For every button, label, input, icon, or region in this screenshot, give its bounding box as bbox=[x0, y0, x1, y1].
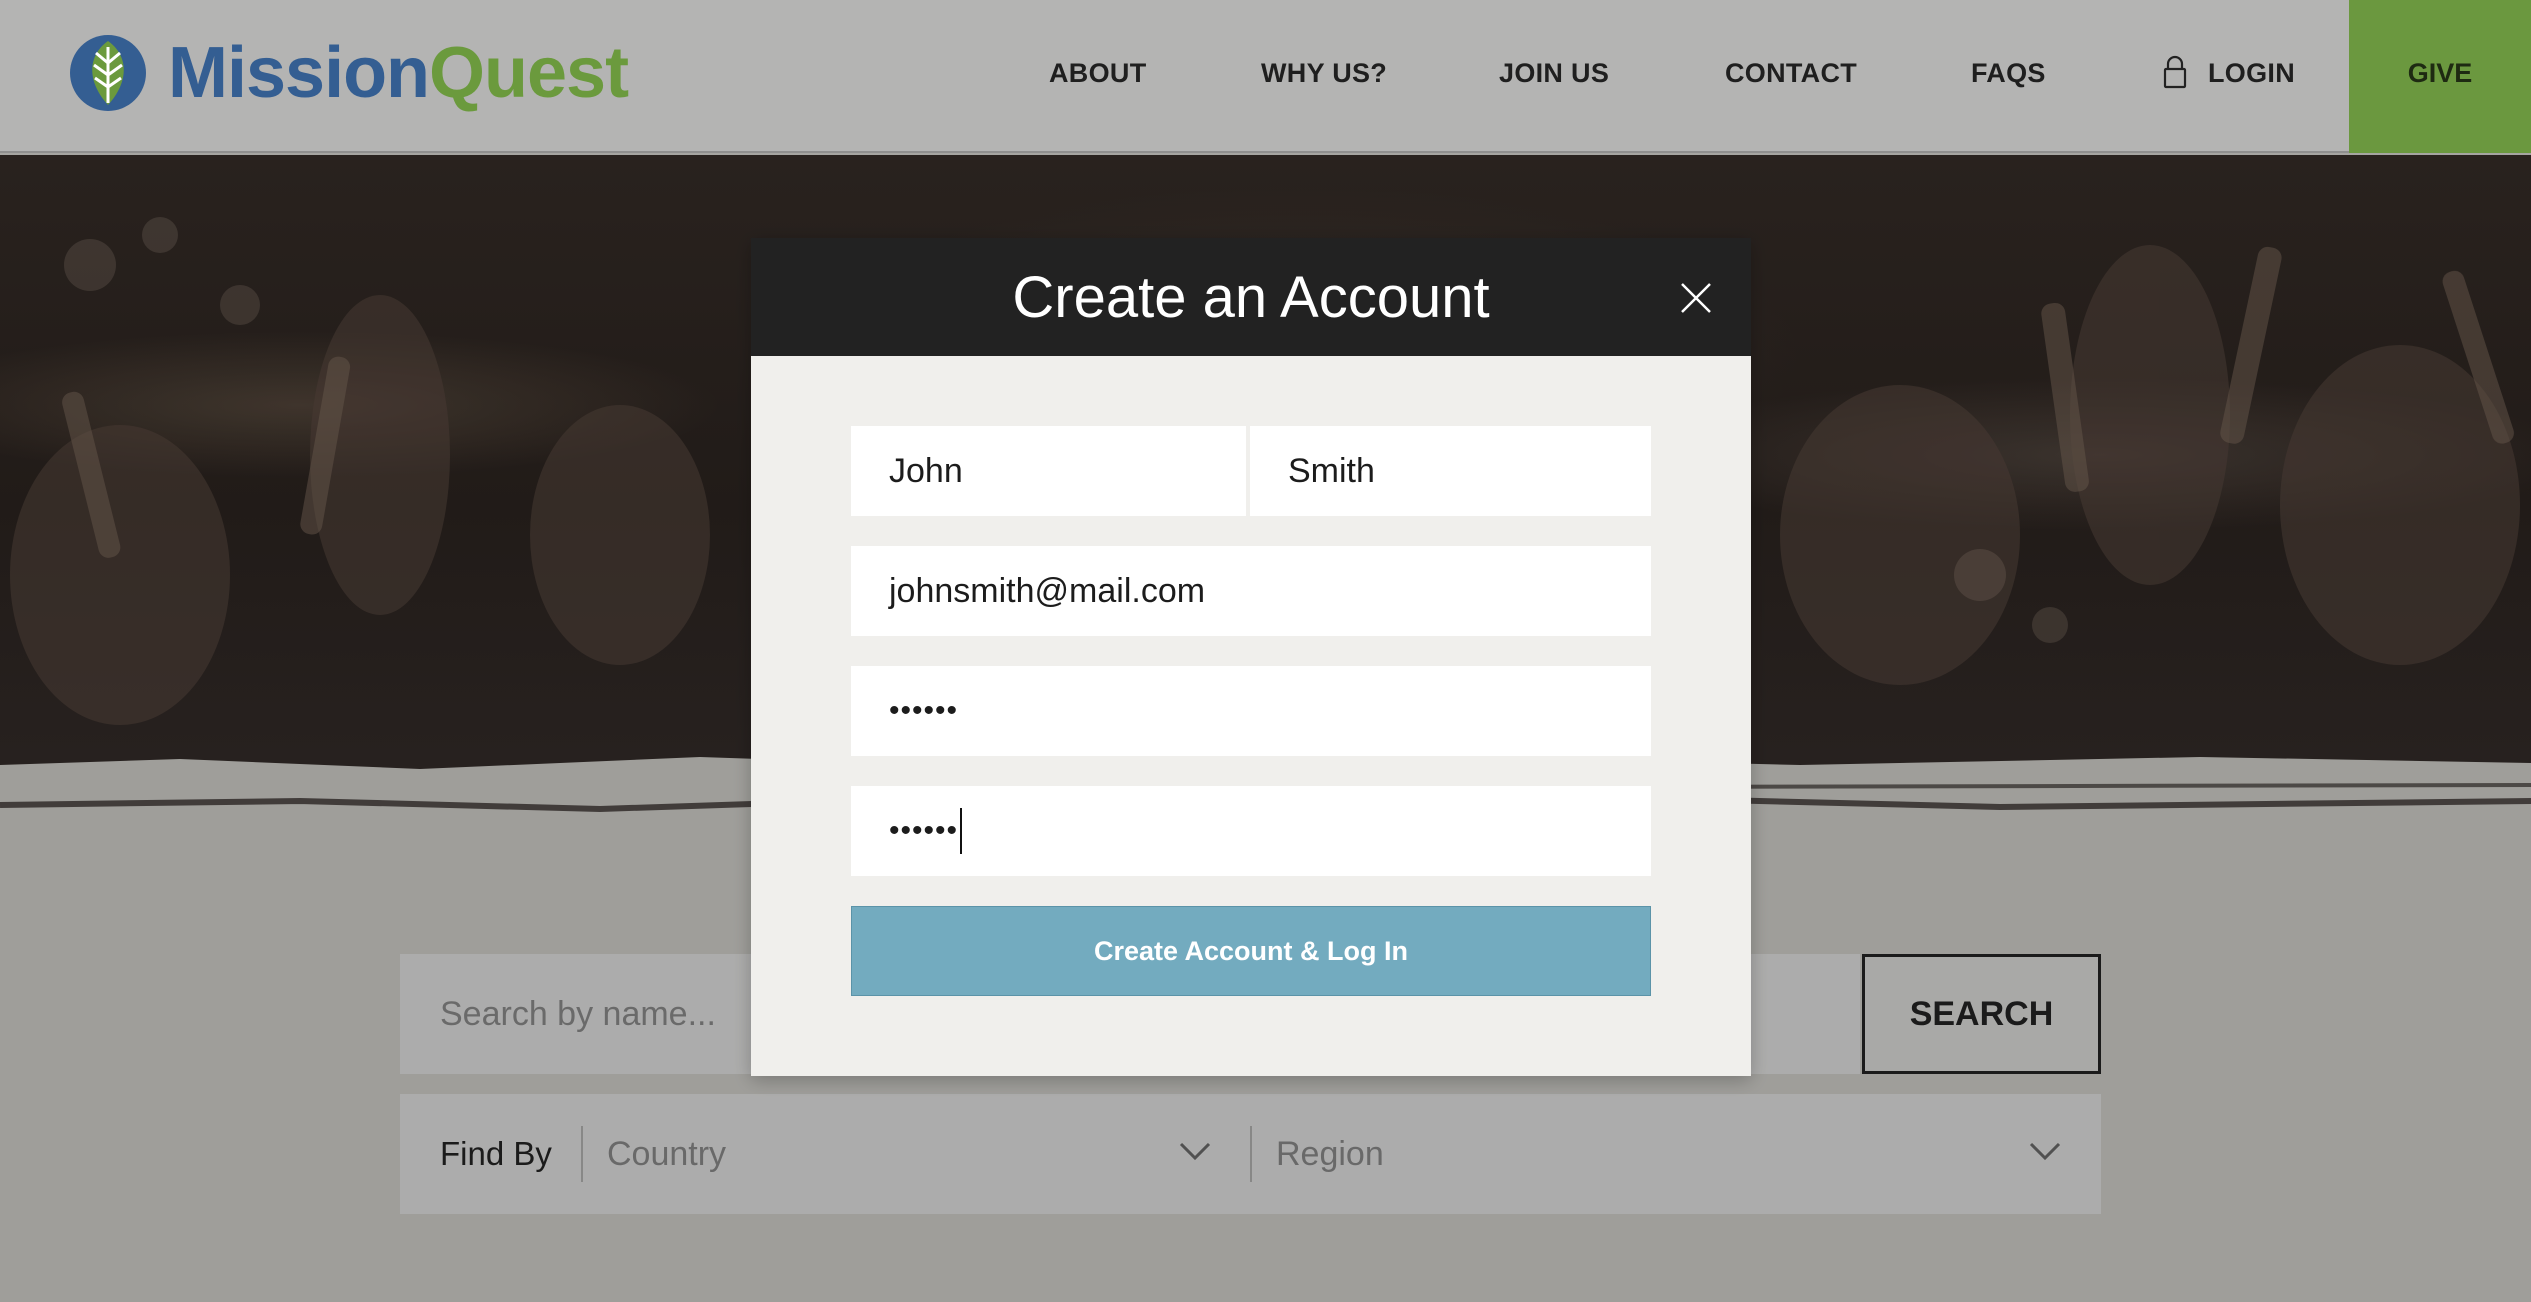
brand-name-part2: Quest bbox=[429, 33, 629, 113]
password-field[interactable]: •••••• bbox=[851, 666, 1651, 756]
confirm-password-field[interactable]: •••••• bbox=[851, 786, 1651, 876]
brand-name: MissionQuest bbox=[168, 32, 629, 114]
brand-name-part1: Mission bbox=[168, 33, 430, 113]
last-name-field[interactable]: Smith bbox=[1250, 426, 1651, 516]
nav-why-us[interactable]: WHY US? bbox=[1261, 58, 1387, 89]
nav-join-us[interactable]: JOIN US bbox=[1499, 58, 1609, 89]
create-account-button[interactable]: Create Account & Log In bbox=[851, 906, 1651, 996]
give-button[interactable]: GIVE bbox=[2349, 0, 2531, 153]
brand-logo[interactable]: MissionQuest bbox=[68, 30, 629, 116]
lock-icon bbox=[2163, 55, 2187, 89]
nav-contact[interactable]: CONTACT bbox=[1725, 58, 1857, 89]
site-header: MissionQuest ABOUT WHY US? JOIN US CONTA… bbox=[0, 0, 2531, 153]
modal-title: Create an Account bbox=[1012, 265, 1490, 330]
create-account-modal: Create an Account John Smith johnsmith@m… bbox=[751, 238, 1751, 1076]
nav-login[interactable]: LOGIN bbox=[2208, 58, 2295, 89]
leaf-logo-icon bbox=[70, 35, 146, 111]
confirm-password-value: •••••• bbox=[889, 814, 959, 847]
modal-header: Create an Account bbox=[751, 238, 1751, 356]
email-field[interactable]: johnsmith@mail.com bbox=[851, 546, 1651, 636]
text-cursor bbox=[960, 808, 963, 854]
nav-about[interactable]: ABOUT bbox=[1049, 58, 1147, 89]
first-name-field[interactable]: John bbox=[851, 426, 1246, 516]
close-icon[interactable] bbox=[1676, 278, 1716, 318]
nav-faqs[interactable]: FAQS bbox=[1971, 58, 2046, 89]
